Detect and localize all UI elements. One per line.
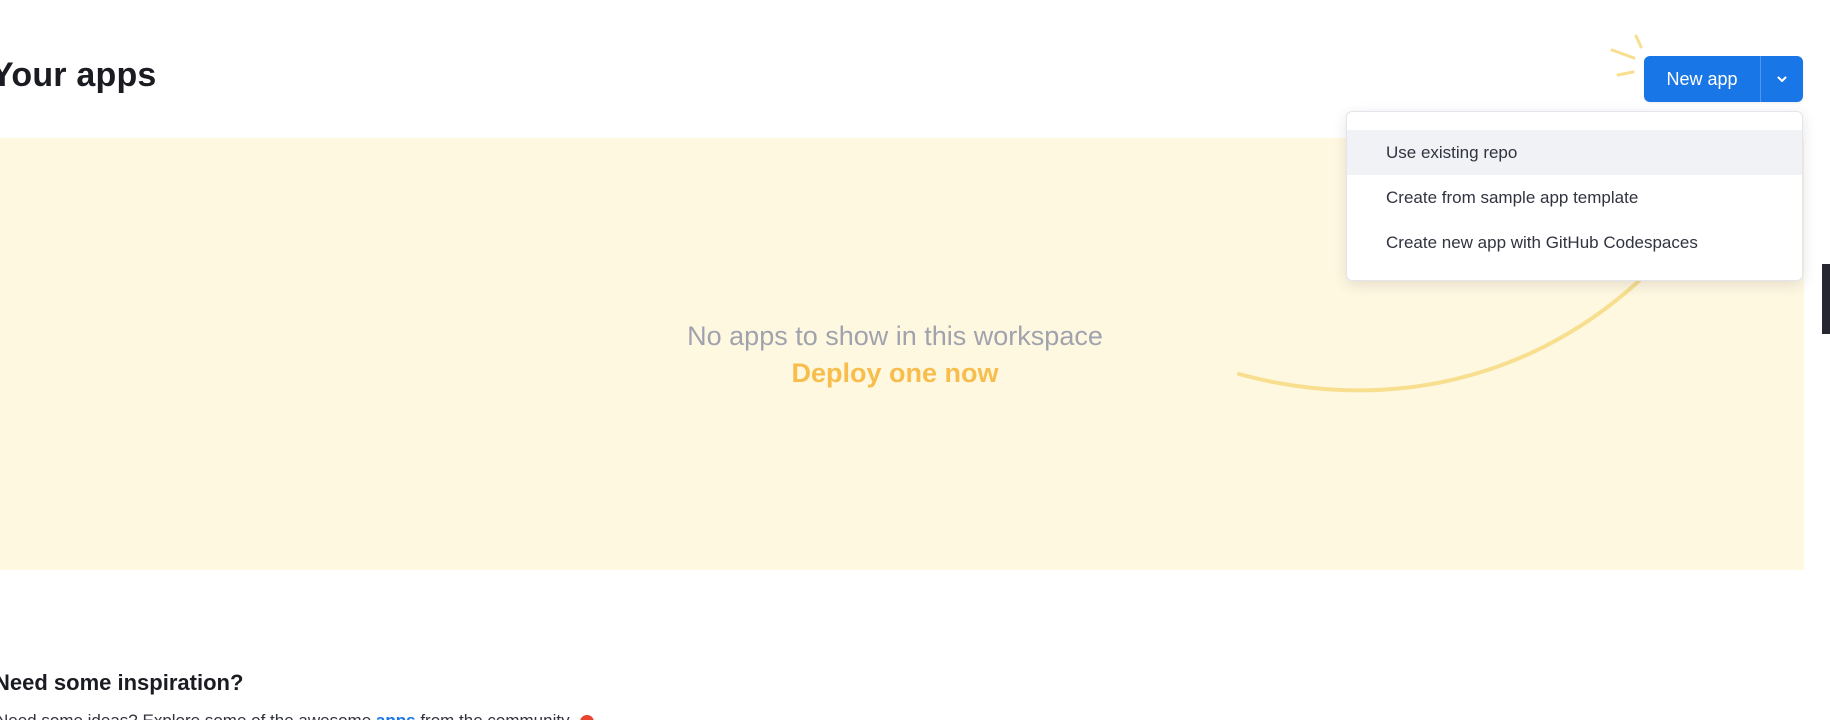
deploy-one-now-link[interactable]: Deploy one now (0, 358, 1790, 389)
inspiration-apps-link[interactable]: apps (376, 711, 416, 720)
inspiration-text-before: Need some ideas? Explore some of the awe… (0, 711, 371, 720)
balloon-icon (580, 714, 595, 720)
menu-item-create-from-template[interactable]: Create from sample app template (1347, 175, 1802, 220)
empty-state-message: No apps to show in this workspace (687, 321, 1103, 351)
page-title: Your apps (0, 56, 157, 94)
inspiration-title: Need some inspiration? (0, 670, 244, 695)
inspiration-text-after: from the community (420, 711, 569, 720)
new-app-button[interactable]: New app (1644, 56, 1761, 102)
right-edge-handle[interactable] (1822, 264, 1830, 334)
page: Your apps No apps to show in this worksp… (0, 0, 1830, 720)
menu-item-use-existing-repo[interactable]: Use existing repo (1347, 130, 1802, 175)
inspiration-text: Need some ideas? Explore some of the awe… (0, 711, 595, 720)
new-app-dropdown-toggle[interactable] (1761, 56, 1803, 102)
new-app-button-group: New app (1644, 56, 1803, 102)
menu-item-create-with-codespaces[interactable]: Create new app with GitHub Codespaces (1347, 220, 1802, 265)
new-app-dropdown-menu: Use existing repo Create from sample app… (1346, 111, 1803, 281)
chevron-down-icon (1777, 76, 1787, 82)
